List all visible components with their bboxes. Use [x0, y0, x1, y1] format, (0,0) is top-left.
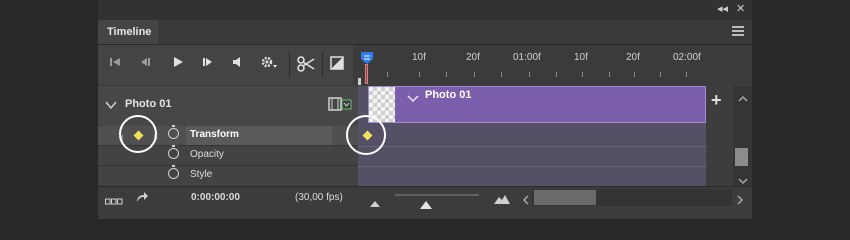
- track-actions-column: +: [706, 86, 732, 186]
- panel-title-bar: ◂◂ ✕: [98, 0, 752, 20]
- clip-chevron-icon[interactable]: [407, 90, 419, 108]
- time-ruler[interactable]: 10f 20f 01:00f 10f 20f 02:00f: [358, 45, 706, 85]
- split-scissors-icon[interactable]: [297, 56, 315, 75]
- stopwatch-icon[interactable]: [168, 145, 179, 159]
- vertical-scrollbar[interactable]: [733, 86, 752, 186]
- property-row-style[interactable]: Style: [98, 165, 358, 187]
- scroll-left-arrow-icon[interactable]: [522, 192, 529, 210]
- collapse-chevron-icon[interactable]: [105, 97, 117, 115]
- ruler-tick-label: 10f: [574, 52, 588, 63]
- scroll-right-arrow-icon[interactable]: [737, 192, 744, 210]
- render-video-icon[interactable]: [135, 190, 149, 209]
- playback-controls: [98, 45, 353, 85]
- stopwatch-icon[interactable]: [168, 125, 179, 139]
- next-frame-icon[interactable]: [202, 56, 214, 71]
- ruler-tick-label: 20f: [466, 52, 480, 63]
- property-label: Style: [190, 169, 213, 180]
- scroll-thumb[interactable]: [735, 148, 748, 166]
- ruler-tick-label: 10f: [412, 52, 426, 63]
- horizontal-scroll-thumb[interactable]: [534, 190, 596, 205]
- zoom-slider-thumb[interactable]: [420, 196, 432, 214]
- clip-name: Photo 01: [425, 89, 472, 101]
- panel-menu-icon[interactable]: [732, 26, 744, 38]
- ruler-tick-label: 20f: [626, 52, 640, 63]
- layer-name: Photo 01: [125, 98, 172, 110]
- tab-row: Timeline: [98, 20, 752, 45]
- mute-audio-icon[interactable]: [232, 56, 244, 71]
- collapse-panel-button[interactable]: ◂◂: [717, 2, 728, 15]
- ruler-tick-label: 01:00f: [513, 52, 541, 63]
- previous-frame-icon[interactable]: [139, 56, 151, 71]
- timeline-footer: 0:00:00:00 (30,00 fps): [98, 186, 752, 209]
- horizontal-scrollbar[interactable]: [532, 189, 732, 206]
- close-panel-button[interactable]: ✕: [736, 2, 745, 15]
- add-media-button[interactable]: +: [711, 90, 722, 111]
- scroll-up-arrow-icon[interactable]: [738, 90, 748, 108]
- tab-timeline[interactable]: Timeline: [98, 20, 158, 44]
- transition-icon[interactable]: [330, 56, 344, 73]
- playhead-line: [365, 64, 368, 84]
- highlight-circle-keyframe-marker: [346, 115, 386, 155]
- highlight-circle-keyframe-toggle: [119, 115, 157, 153]
- go-to-first-frame-icon[interactable]: [109, 56, 121, 71]
- current-timecode[interactable]: 0:00:00:00: [191, 192, 240, 203]
- work-area-start-marker[interactable]: [358, 78, 361, 85]
- video-clip[interactable]: Photo 01: [368, 86, 706, 123]
- property-label: Transform: [190, 129, 239, 140]
- property-label: Opacity: [190, 149, 224, 160]
- settings-gear-icon[interactable]: [261, 56, 279, 73]
- stopwatch-icon[interactable]: [168, 165, 179, 179]
- layer-track[interactable]: Photo 01: [358, 86, 706, 186]
- zoom-out-mountain-icon[interactable]: [370, 194, 380, 212]
- play-icon[interactable]: [172, 56, 184, 71]
- zoom-in-mountain-icon[interactable]: [494, 191, 510, 209]
- film-strip-icon[interactable]: [328, 97, 352, 116]
- convert-to-frame-animation-icon[interactable]: [105, 193, 123, 211]
- frame-rate: (30,00 fps): [295, 192, 343, 203]
- ruler-tick-label: 02:00f: [673, 52, 701, 63]
- zoom-slider-track[interactable]: [395, 194, 479, 196]
